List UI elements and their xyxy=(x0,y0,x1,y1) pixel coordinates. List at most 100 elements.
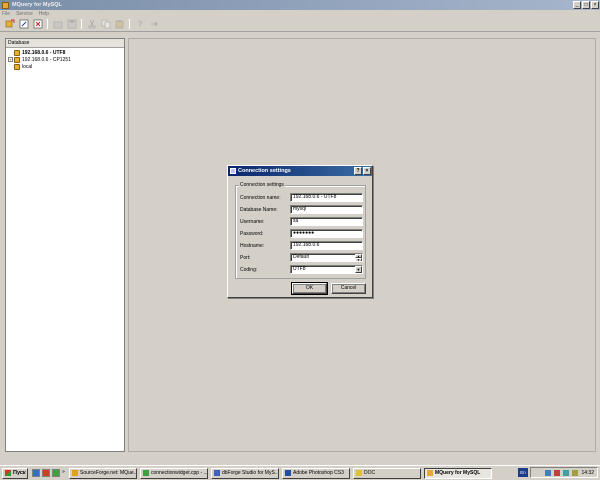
tree-item-local[interactable]: local xyxy=(8,63,124,70)
tree-item-label: 192.168.0.6 - CP1251 xyxy=(22,56,71,63)
task-label: SourceForge.net: MQue... xyxy=(80,469,137,476)
port-spin: ▲ ▼ xyxy=(355,254,362,261)
task-label: DOC xyxy=(364,469,376,476)
task-doc[interactable]: DOC xyxy=(353,467,421,479)
dialog-controls: ? × xyxy=(354,167,371,175)
toolbar-separator xyxy=(47,19,48,29)
row-database-name: Database Name: mysql xyxy=(240,205,363,214)
paste-icon[interactable] xyxy=(114,19,125,30)
task-sourceforge[interactable]: SourceForge.net: MQue... xyxy=(69,467,137,479)
dialog-help-button[interactable]: ? xyxy=(354,167,362,175)
dialog-close-button[interactable]: × xyxy=(363,167,371,175)
tree-item-label: local xyxy=(22,63,33,70)
quick-launch-more-icon[interactable]: » xyxy=(62,469,66,477)
help-icon[interactable]: ? xyxy=(134,19,145,30)
port-value: Default xyxy=(293,254,309,260)
maximize-button[interactable]: □ xyxy=(582,1,590,9)
row-port: Port: Default ▲ ▼ xyxy=(240,253,363,262)
menu-file[interactable]: File xyxy=(2,11,10,17)
dialog-icon xyxy=(230,168,236,174)
hostname-input[interactable]: 192.168.0.6 xyxy=(290,241,363,250)
delete-connection-icon[interactable] xyxy=(32,19,43,30)
coding-select[interactable]: UTF8 ▼ xyxy=(290,265,363,274)
task-connectionwidget[interactable]: connectionwidget.cpp - ... xyxy=(140,467,208,479)
save-file-icon[interactable] xyxy=(66,19,77,30)
cut-icon[interactable] xyxy=(86,19,97,30)
cancel-button[interactable]: Cancel xyxy=(331,283,366,294)
start-button[interactable]: Пуск xyxy=(2,467,28,479)
system-tray: 14:32 xyxy=(530,467,598,478)
password-input[interactable]: ●●●●●●● xyxy=(290,229,363,238)
tray-antivirus-icon[interactable] xyxy=(554,469,561,476)
database-tree[interactable]: Database 192.168.0.6 - UTF8 + 192.168.0.… xyxy=(5,38,125,452)
tree-item-utf8[interactable]: 192.168.0.6 - UTF8 xyxy=(8,49,124,56)
windows-logo-icon xyxy=(5,470,11,476)
task-mquery[interactable]: MQuery for MySQL xyxy=(424,467,492,479)
quick-launch-browser-icon[interactable] xyxy=(42,469,50,477)
port-stepper[interactable]: Default ▲ ▼ xyxy=(290,253,363,262)
task-dbforge[interactable]: dbForge Studio for MyS... xyxy=(211,467,279,479)
task-photoshop[interactable]: Adobe Photoshop CS3 xyxy=(282,467,350,479)
exit-icon[interactable] xyxy=(148,19,159,30)
row-username: Username: sa xyxy=(240,217,363,226)
task-label: Adobe Photoshop CS3 xyxy=(293,469,344,476)
menu-help[interactable]: Help xyxy=(39,11,49,17)
connection-name-input[interactable]: 192.168.0.6 - UTF8 xyxy=(290,193,363,202)
connection-settings-dialog: Connection settings ? × Connection setti… xyxy=(227,165,373,298)
ok-button[interactable]: OK xyxy=(291,282,328,295)
open-file-icon[interactable] xyxy=(52,19,63,30)
window-title: MQuery for MySQL xyxy=(12,2,62,8)
toolbar-separator xyxy=(129,19,130,29)
row-connection-name: Connection name: 192.168.0.6 - UTF8 xyxy=(240,193,363,202)
quick-launch-app-icon[interactable] xyxy=(52,469,60,477)
task-app-icon xyxy=(72,470,78,476)
database-icon xyxy=(14,56,20,63)
coding-value: UTF8 xyxy=(293,266,306,272)
task-app-icon xyxy=(285,470,291,476)
quick-launch-desktop-icon[interactable] xyxy=(32,469,40,477)
row-hostname: Hostname: 192.168.0.6 xyxy=(240,241,363,250)
spin-down-icon[interactable]: ▼ xyxy=(355,258,362,261)
toolbar-separator xyxy=(81,19,82,29)
language-indicator[interactable]: En xyxy=(518,468,528,477)
menu-bar: File Service Help xyxy=(0,10,600,17)
database-icon xyxy=(14,63,20,70)
tree-expander xyxy=(8,50,13,55)
dialog-title: Connection settings xyxy=(238,168,291,174)
task-label: connectionwidget.cpp - ... xyxy=(151,469,208,476)
quick-launch: » xyxy=(32,469,66,477)
password-label: Password: xyxy=(240,230,264,237)
connection-name-label: Connection name: xyxy=(240,194,281,201)
copy-icon[interactable] xyxy=(100,19,111,30)
database-icon xyxy=(14,49,20,56)
app-icon xyxy=(2,1,9,9)
toolbar: ? xyxy=(0,17,600,32)
taskbar: Пуск » SourceForge.net: MQue... connecti… xyxy=(0,465,600,480)
username-input[interactable]: sa xyxy=(290,217,363,226)
task-app-icon xyxy=(143,470,149,476)
tree-header[interactable]: Database xyxy=(6,39,124,48)
port-label: Port: xyxy=(240,254,251,261)
database-name-input[interactable]: mysql xyxy=(290,205,363,214)
dialog-titlebar[interactable]: Connection settings ? × xyxy=(228,166,372,176)
edit-connection-icon[interactable] xyxy=(18,19,29,30)
close-button[interactable]: × xyxy=(591,1,599,9)
username-label: Username: xyxy=(240,218,265,225)
new-connection-icon[interactable] xyxy=(4,19,15,30)
hostname-label: Hostname: xyxy=(240,242,265,249)
database-name-label: Database Name: xyxy=(240,206,278,213)
tree-item-cp1251[interactable]: + 192.168.0.6 - CP1251 xyxy=(8,56,124,63)
tray-app-icon[interactable] xyxy=(563,469,570,476)
minimize-button[interactable]: _ xyxy=(573,1,581,9)
chevron-down-icon[interactable]: ▼ xyxy=(355,266,362,273)
tray-volume-icon[interactable] xyxy=(572,469,579,476)
row-coding: Coding: UTF8 ▼ xyxy=(240,265,363,274)
tray-network-icon[interactable] xyxy=(545,469,552,476)
menu-service[interactable]: Service xyxy=(16,11,33,17)
start-label: Пуск xyxy=(13,470,26,476)
row-password: Password: ●●●●●●● xyxy=(240,229,363,238)
task-label: MQuery for MySQL xyxy=(435,469,481,476)
tree-item-label: 192.168.0.6 - UTF8 xyxy=(22,49,66,56)
tree-expander-plus-icon[interactable]: + xyxy=(8,57,13,62)
window-controls: _ □ × xyxy=(573,1,599,9)
